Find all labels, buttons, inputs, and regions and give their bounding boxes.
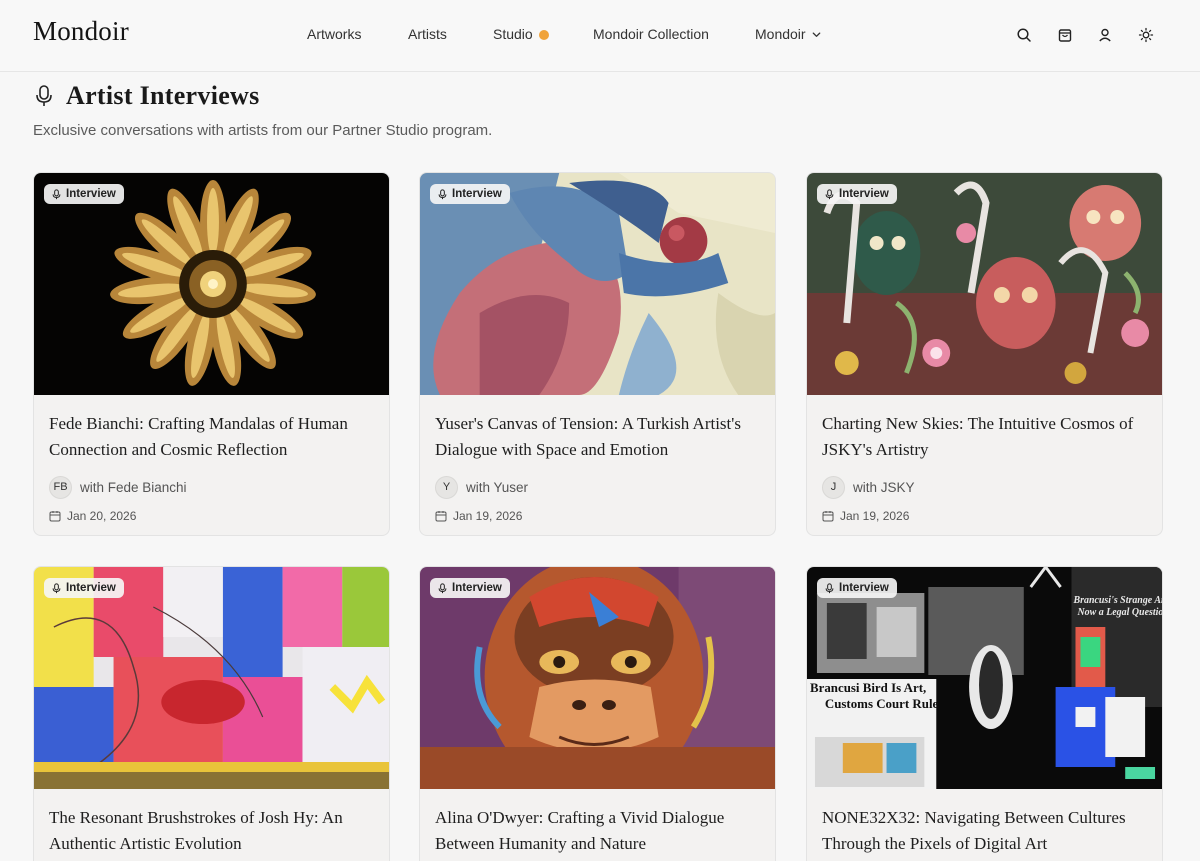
search-icon[interactable] <box>1013 24 1035 46</box>
interview-badge: Interview <box>430 184 510 204</box>
shopping-bag-icon[interactable] <box>1054 24 1076 46</box>
calendar-icon <box>822 511 834 522</box>
badge-label: Interview <box>839 188 889 200</box>
interview-badge: Interview <box>817 578 897 598</box>
card-artwork-image: Interview <box>807 173 1162 395</box>
card-title[interactable]: Yuser's Canvas of Tension: A Turkish Art… <box>435 411 760 463</box>
badge-label: Interview <box>66 582 116 594</box>
interview-card[interactable]: Interview Yuser's Canvas of Tension: A T… <box>419 172 776 536</box>
card-artwork-image: Interview <box>34 567 389 789</box>
interview-badge: Interview <box>44 578 124 598</box>
avatar: FB <box>49 475 72 499</box>
microphone-icon <box>825 582 834 593</box>
microphone-icon <box>33 84 55 108</box>
badge-label: Interview <box>452 188 502 200</box>
header-actions <box>0 24 1200 46</box>
calendar-icon <box>435 511 447 522</box>
card-artwork-image: Interview <box>34 173 389 395</box>
interview-badge: Interview <box>44 184 124 204</box>
avatar: Y <box>435 475 458 499</box>
avatar: J <box>822 475 845 499</box>
microphone-icon <box>52 188 61 199</box>
card-title[interactable]: Fede Bianchi: Crafting Mandalas of Human… <box>49 411 374 463</box>
site-header: Mondoir Artworks Artists Studio Mondoir … <box>0 0 1200 72</box>
publish-date: Jan 20, 2026 <box>67 509 137 523</box>
badge-label: Interview <box>839 582 889 594</box>
author-name: with Fede Bianchi <box>80 479 187 495</box>
microphone-icon <box>825 188 834 199</box>
artwork-headline-text: Brancusi Bird Is Art, <box>810 680 926 695</box>
card-title[interactable]: Alina O'Dwyer: Crafting a Vivid Dialogue… <box>435 805 760 857</box>
card-artwork-image: Brancusi Bird Is Art, Customs Court Rule… <box>807 567 1162 789</box>
artwork-side-text: Now a Legal Question <box>1076 607 1162 618</box>
card-artwork-image: Interview <box>420 567 775 789</box>
card-title[interactable]: Charting New Skies: The Intuitive Cosmos… <box>822 411 1147 463</box>
card-title[interactable]: The Resonant Brushstrokes of Josh Hy: An… <box>49 805 374 857</box>
interview-card[interactable]: Interview The Resonant Brushstrokes of J… <box>33 566 390 861</box>
card-title[interactable]: NONE32X32: Navigating Between Cultures T… <box>822 805 1147 857</box>
card-artwork-image: Interview <box>420 173 775 395</box>
calendar-icon <box>49 511 61 522</box>
page-title: Artist Interviews <box>66 81 260 110</box>
badge-label: Interview <box>66 188 116 200</box>
interview-card[interactable]: Interview Alina O'Dwyer: Crafting a Vivi… <box>419 566 776 861</box>
artwork-side-text: Brancusi's Strange Art <box>1073 595 1162 606</box>
interview-card[interactable]: Interview Fede Bianchi: Crafting Mandala… <box>33 172 390 536</box>
artwork-headline-text: Customs Court Rule <box>825 696 939 711</box>
interview-badge: Interview <box>817 184 897 204</box>
interview-card[interactable]: Interview Charting New Skies: The Intuit… <box>806 172 1163 536</box>
user-icon[interactable] <box>1094 24 1116 46</box>
sun-icon[interactable] <box>1135 24 1157 46</box>
author-name: with Yuser <box>466 479 529 495</box>
publish-date: Jan 19, 2026 <box>453 509 523 523</box>
badge-label: Interview <box>452 582 502 594</box>
interview-badge: Interview <box>430 578 510 598</box>
microphone-icon <box>438 188 447 199</box>
microphone-icon <box>52 582 61 593</box>
interview-card[interactable]: Brancusi Bird Is Art, Customs Court Rule… <box>806 566 1163 861</box>
author-name: with JSKY <box>853 479 915 495</box>
publish-date: Jan 19, 2026 <box>840 509 910 523</box>
microphone-icon <box>438 582 447 593</box>
page-subtitle: Exclusive conversations with artists fro… <box>33 122 493 139</box>
